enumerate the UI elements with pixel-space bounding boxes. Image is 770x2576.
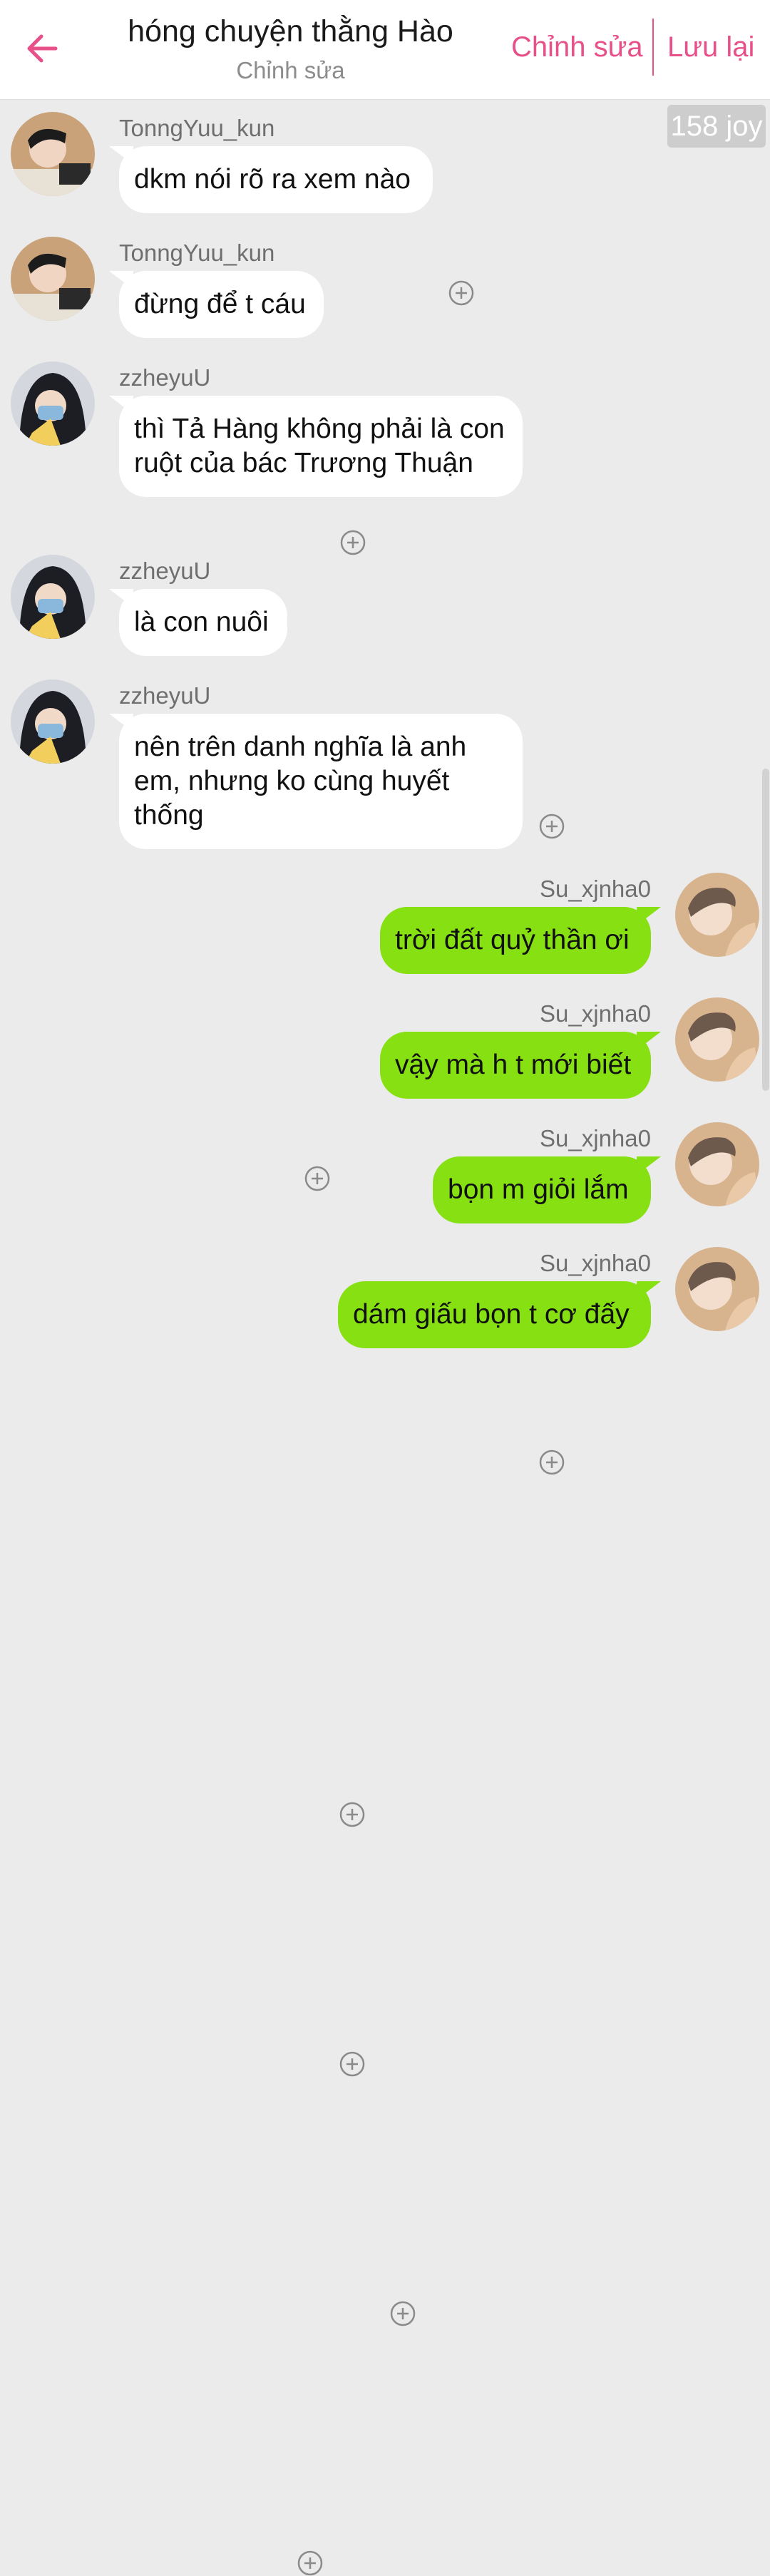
username: Su_xjnha0 [540, 876, 651, 902]
avatar-zzheyu[interactable] [11, 555, 95, 639]
plus-circle-icon[interactable] [339, 1802, 365, 1827]
page-subtitle: Chỉnh sửa [236, 57, 345, 83]
plus-circle-icon[interactable] [448, 280, 474, 306]
message-bubble[interactable]: trời đất quỷ thần ơi [380, 907, 651, 974]
top-bar: hóng chuyện thằng Hào Chỉnh sửa Chỉnh sử… [0, 0, 770, 100]
avatar-tonngyuu[interactable] [11, 112, 95, 196]
username: TonngYuu_kun [119, 115, 275, 141]
avatar-suxjnha[interactable] [675, 997, 759, 1082]
username: Su_xjnha0 [540, 1250, 651, 1276]
avatar-tonngyuu[interactable] [11, 237, 95, 321]
avatar-suxjnha[interactable] [675, 873, 759, 957]
plus-circle-icon[interactable] [304, 1166, 330, 1191]
username: zzheyuU [119, 682, 211, 709]
plus-circle-icon[interactable] [539, 814, 565, 839]
avatar-zzheyu[interactable] [11, 679, 95, 764]
message-bubble[interactable]: thì Tả Hàng không phải là con ruột của b… [119, 396, 523, 497]
message-bubble[interactable]: là con nuôi [119, 589, 287, 656]
avatar-suxjnha[interactable] [675, 1247, 759, 1331]
plus-circle-icon[interactable] [340, 530, 366, 555]
plus-circle-icon[interactable] [297, 2550, 323, 2576]
username: Su_xjnha0 [540, 1000, 651, 1027]
scrollbar[interactable] [762, 769, 769, 1091]
plus-circle-icon[interactable] [339, 2051, 365, 2077]
username: Su_xjnha0 [540, 1125, 651, 1151]
edit-button[interactable]: Chỉnh sửa [511, 31, 643, 63]
avatar-suxjnha[interactable] [675, 1122, 759, 1206]
username: zzheyuU [119, 364, 211, 391]
message-bubble[interactable]: bọn m giỏi lắm [433, 1156, 651, 1223]
message-bubble[interactable]: nên trên danh nghĩa là anh em, nhưng ko … [119, 714, 523, 849]
username: zzheyuU [119, 558, 211, 584]
message-bubble[interactable]: vậy mà h t mới biết [380, 1032, 651, 1099]
page-title: hóng chuyện thằng Hào [128, 14, 453, 48]
message-bubble[interactable]: dám giấu bọn t cơ đấy [338, 1281, 651, 1348]
plus-circle-icon[interactable] [390, 2301, 416, 2326]
avatar-zzheyu[interactable] [11, 361, 95, 446]
username: TonngYuu_kun [119, 240, 275, 266]
save-button[interactable]: Lưu lại [667, 31, 754, 63]
message-bubble[interactable]: dkm nói rõ ra xem nào [119, 146, 433, 213]
plus-circle-icon[interactable] [539, 1449, 565, 1475]
message-bubble[interactable]: đừng để t cáu [119, 271, 324, 338]
header-divider [652, 19, 654, 76]
joy-count-badge: 158 joy [667, 105, 766, 148]
